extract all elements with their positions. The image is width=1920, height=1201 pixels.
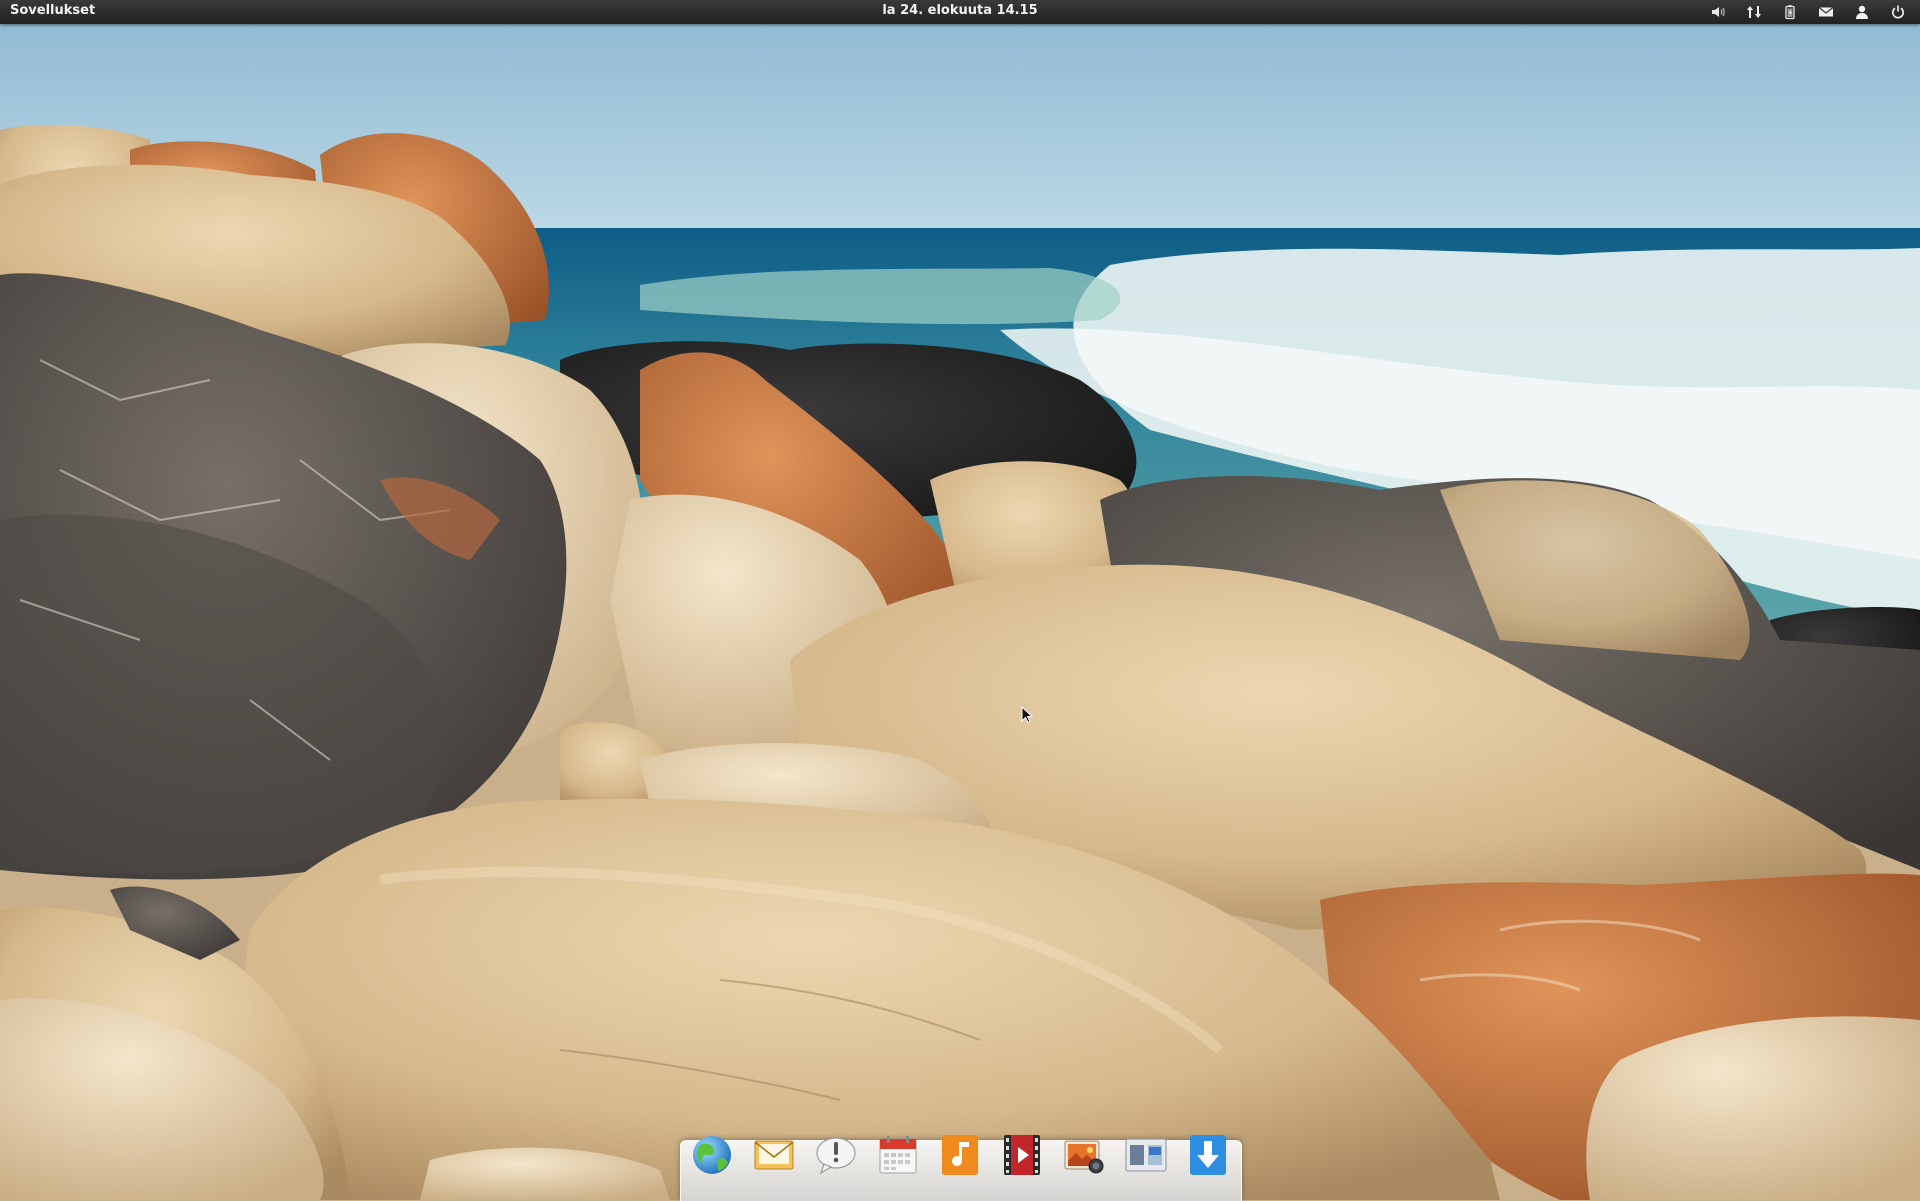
battery-indicator[interactable] [1772,0,1808,24]
photos-icon [1064,1140,1104,1174]
network-indicator[interactable] [1736,0,1772,24]
volume-icon [1712,7,1725,17]
volume-indicator[interactable] [1700,0,1736,24]
user-icon [1856,5,1868,19]
workspace-switcher-icon [1125,1138,1167,1172]
dock-items [688,1131,1232,1179]
music-player-icon [942,1135,978,1175]
messaging-icon [816,1137,856,1175]
dock-item-photos[interactable] [1060,1131,1108,1179]
mail-client-icon [754,1140,794,1170]
dock-item-videos[interactable] [998,1131,1046,1179]
battery-icon [1785,5,1795,20]
applications-menu-button[interactable]: Sovellukset [10,3,95,18]
messaging-indicator[interactable] [1808,0,1844,24]
software-center-icon [1190,1135,1226,1175]
web-browser-icon [693,1136,731,1174]
dock-item-calendar[interactable] [874,1131,922,1179]
desktop-wallpaper [0,0,1920,1200]
dock-item-music[interactable] [936,1131,984,1179]
dock [680,1135,1242,1201]
top-panel: Sovellukset la 24. elokuuta 14.15 [0,0,1920,24]
session-user-indicator[interactable] [1844,0,1880,24]
calendar-icon [879,1136,917,1174]
dock-item-mail[interactable] [750,1131,798,1179]
clock-area: la 24. elokuuta 14.15 [0,3,1920,18]
indicator-area [1700,0,1916,24]
dock-item-web-browser[interactable] [688,1131,736,1179]
mail-icon [1818,7,1834,17]
dock-item-messaging[interactable] [812,1131,860,1179]
date-time-indicator[interactable]: la 24. elokuuta 14.15 [882,3,1037,18]
dock-item-software-center[interactable] [1184,1131,1232,1179]
power-icon [1892,5,1904,19]
network-icon [1747,6,1761,18]
mouse-cursor [1021,706,1033,724]
video-player-icon [1004,1135,1040,1175]
power-indicator[interactable] [1880,0,1916,24]
dock-item-workspaces[interactable] [1122,1131,1170,1179]
